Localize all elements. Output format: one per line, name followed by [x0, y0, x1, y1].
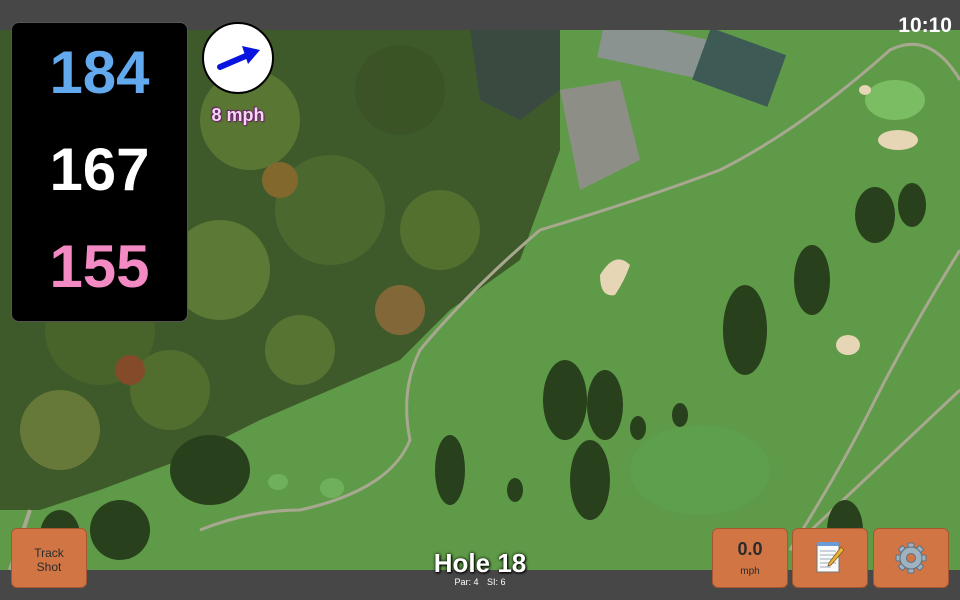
speed-value: 0.0	[737, 539, 763, 559]
track-shot-label-line2: Shot	[36, 560, 62, 574]
wind-speed: 8 mph	[211, 105, 265, 125]
speed-unit: mph	[740, 566, 760, 577]
front-distance: 155	[49, 233, 150, 300]
wind-direction-dial	[202, 22, 274, 94]
track-shot-label-line1: Track	[34, 546, 64, 560]
distance-panel: 184 167 155	[11, 22, 188, 322]
back-distance: 184	[49, 39, 150, 106]
hole-par: Par: 4	[454, 577, 479, 587]
hole-title: Hole 18	[433, 548, 527, 578]
hole-stroke-index: SI: 6	[487, 577, 506, 587]
clock: 10:10	[898, 14, 952, 37]
gear-icon	[895, 542, 927, 574]
middle-distance: 167	[49, 136, 150, 203]
hole-info: Par: 4 SI: 6	[380, 577, 580, 587]
track-shot-button[interactable]: Track Shot	[11, 528, 87, 588]
speed-button[interactable]: 0.0 mph	[712, 528, 788, 588]
notes-button[interactable]	[792, 528, 868, 588]
notepad-pencil-icon	[816, 542, 845, 573]
wind-arrow-icon	[217, 46, 260, 70]
settings-button[interactable]	[873, 528, 949, 588]
